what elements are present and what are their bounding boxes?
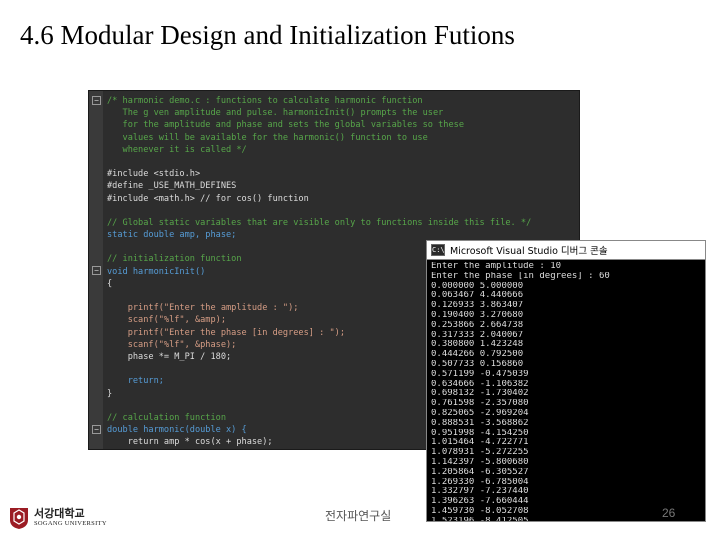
editor-gutter: − − −: [89, 91, 103, 449]
console-line: 0.317333 2.040067: [431, 330, 524, 340]
console-line: 0.253866 2.664738: [431, 320, 524, 330]
console-line: 0.888531 -3.568862: [431, 418, 529, 428]
console-line: 1.205864 -6.305527: [431, 467, 529, 477]
code-line: // Global static variables that are visi…: [107, 217, 532, 228]
console-line: 0.761598 -2.357080: [431, 399, 529, 409]
console-line: 0.063467 4.440666: [431, 291, 524, 301]
logo-english-name: SOGANG UNIVERSITY: [34, 520, 107, 527]
console-line: 0.571199 -0.475039: [431, 369, 529, 379]
logo-korean-name: 서강대학교: [34, 507, 85, 520]
console-line: 1.332797 -7.237440: [431, 487, 529, 497]
console-app-icon: C:\: [431, 244, 445, 256]
console-line: 0.634666 -1.106382: [431, 379, 529, 389]
console-window: C:\ Microsoft Visual Studio 디버그 콘솔 Enter…: [426, 240, 706, 522]
console-line: 1.269330 -6.785004: [431, 477, 529, 487]
console-titlebar: C:\ Microsoft Visual Studio 디버그 콘솔: [427, 241, 705, 260]
code-line: The g ven amplitude and pulse. harmonicI…: [107, 108, 444, 119]
code-line: #define _USE_MATH_DEFINES: [107, 181, 237, 192]
fold-toggle-icon: −: [92, 425, 101, 434]
console-line: 0.444266 0.792500: [431, 350, 524, 360]
console-output: Enter the amplitude : 10 Enter the phase …: [431, 262, 705, 521]
university-seal-icon: [10, 508, 28, 529]
console-title: Microsoft Visual Studio 디버그 콘솔: [450, 246, 608, 257]
console-line: Enter the phase [in degrees] : 60: [431, 271, 610, 281]
console-line: Enter the amplitude : 10: [431, 262, 562, 271]
console-line: 0.126933 3.863407: [431, 301, 524, 311]
footer-lab-name: 전자파연구실: [325, 509, 392, 523]
code-line: #include <math.h> // for cos() function: [107, 193, 309, 204]
code-line: for the amplitude and phase and sets the…: [107, 120, 464, 131]
console-line: 1.142397 -5.800680: [431, 457, 529, 467]
code-line: #include <stdio.h>: [107, 169, 201, 180]
console-line: 0.000000 5.000000: [431, 281, 524, 291]
code-line: /* harmonic demo.c : functions to calcul…: [107, 96, 423, 106]
console-line: 0.951998 -4.154250: [431, 428, 529, 438]
console-line: 0.190400 3.270680: [431, 310, 524, 320]
slide-title: 4.6 Modular Design and Initialization Fu…: [20, 20, 515, 50]
console-line: 0.380800 1.423248: [431, 340, 524, 350]
console-line: 0.698132 -1.730402: [431, 389, 529, 399]
console-line: 0.825065 -2.969204: [431, 408, 529, 418]
code-line: whenever it is called */: [107, 144, 247, 155]
fold-toggle-icon: −: [92, 266, 101, 275]
console-line: 1.078931 -5.272255: [431, 448, 529, 458]
code-line: values will be available for the harmoni…: [107, 132, 428, 143]
console-line: 0.507733 0.156860: [431, 359, 524, 369]
page-number: 26: [662, 506, 676, 520]
console-line: 1.015464 -4.722771: [431, 438, 529, 448]
fold-toggle-icon: −: [92, 96, 101, 105]
university-logo: 서강대학교 SOGANG UNIVERSITY: [8, 506, 107, 530]
